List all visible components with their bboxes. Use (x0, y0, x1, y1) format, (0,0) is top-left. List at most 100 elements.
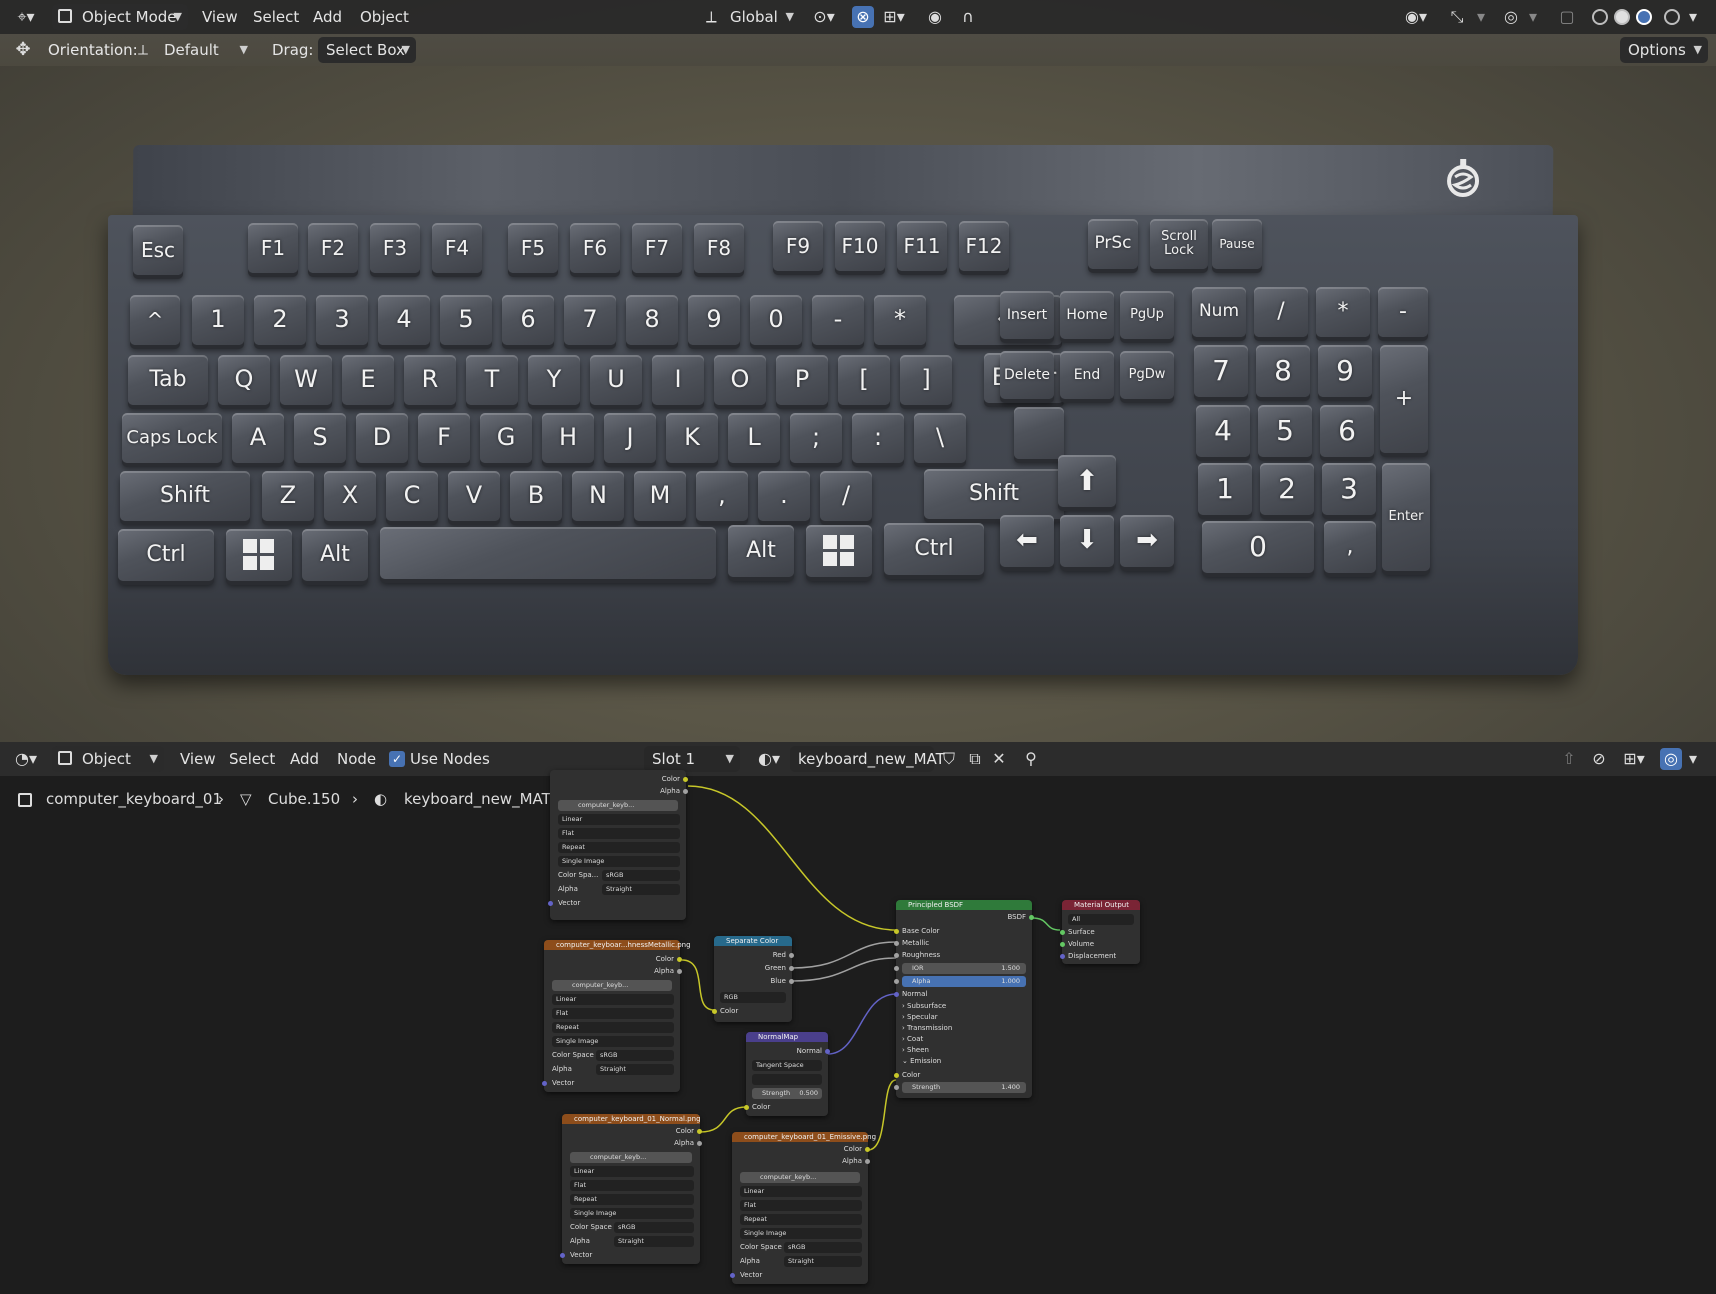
chevron-down-icon[interactable]: ▾ (1474, 6, 1488, 28)
interpolation-dropdown[interactable]: Linear (570, 1166, 694, 1177)
source-dropdown[interactable]: Single Image (552, 1036, 674, 1047)
visibility-icon[interactable]: ◉▾ (1398, 6, 1434, 28)
source-dropdown[interactable]: Single Image (570, 1208, 694, 1219)
emission-strength-field[interactable]: Strength 1.400 (902, 1082, 1026, 1093)
socket-emission-color[interactable] (894, 1073, 899, 1078)
socket-color-in[interactable] (744, 1105, 749, 1110)
overlays-icon[interactable]: ◎ (1500, 6, 1522, 28)
color-space-dropdown[interactable]: sRGB (602, 870, 680, 881)
extension-dropdown[interactable]: Repeat (740, 1214, 862, 1225)
extension-dropdown[interactable]: Repeat (552, 1022, 674, 1033)
separate-mode-dropdown[interactable]: RGB (720, 992, 786, 1003)
mode-dropdown[interactable]: Object Mode ▼ (52, 4, 188, 30)
socket-roughness[interactable] (894, 953, 899, 958)
menu-object[interactable]: Object (360, 4, 409, 30)
orientation-dropdown[interactable]: ⟂ Default ▼ (132, 37, 254, 63)
socket-alpha[interactable] (865, 1159, 870, 1164)
image-selector[interactable]: computer_keyb... (740, 1172, 860, 1183)
normal-map-node[interactable]: NormalMap Normal Tangent Space Strength … (744, 1032, 830, 1116)
color-space-dropdown[interactable]: sRGB (784, 1242, 862, 1253)
options-dropdown[interactable]: Options ▼ (1620, 37, 1708, 63)
source-dropdown[interactable]: Single Image (740, 1228, 862, 1239)
image-texture-node-emissive[interactable]: computer_keyboard_01_Emissive.png Color … (730, 1132, 876, 1284)
socket-vector[interactable] (560, 1253, 565, 1258)
menu-select[interactable]: Select (253, 4, 299, 30)
principled-bsdf-node[interactable]: Principled BSDF BSDF Base Color Metallic… (894, 900, 1034, 1098)
socket-alpha[interactable] (677, 969, 682, 974)
space-dropdown[interactable]: Tangent Space (752, 1060, 822, 1071)
socket-normal[interactable] (894, 992, 899, 997)
alpha-mode-dropdown[interactable]: Straight (602, 884, 680, 895)
pivot-point-icon[interactable]: ⊙▾ (808, 6, 840, 28)
socket-normal-out[interactable] (825, 1049, 830, 1054)
socket-color[interactable] (865, 1147, 870, 1152)
output-target-dropdown[interactable]: All (1068, 914, 1134, 925)
socket-color[interactable] (683, 777, 688, 782)
image-texture-node-normal[interactable]: computer_keyboard_01_Normal.png Color Al… (560, 1114, 702, 1264)
interpolation-dropdown[interactable]: Linear (740, 1186, 862, 1197)
ior-field[interactable]: IOR 1.500 (902, 963, 1026, 974)
panel-emission[interactable]: ⌄ Emission (902, 1056, 941, 1066)
alpha-mode-dropdown[interactable]: Straight (784, 1256, 862, 1267)
image-texture-node-basecolor[interactable]: Color Alpha computer_keyb... Linear Flat… (548, 770, 688, 920)
panel-coat[interactable]: › Coat (902, 1034, 923, 1044)
strength-field[interactable]: Strength 0.500 (752, 1088, 822, 1099)
falloff-icon[interactable]: ∩ (950, 6, 986, 28)
editor-type-icon[interactable]: ⌖▾ (8, 6, 44, 28)
wireframe-shading-icon[interactable] (1592, 9, 1608, 25)
panel-transmission[interactable]: › Transmission (902, 1023, 952, 1033)
gizmo-icon[interactable]: ⤡ (1446, 6, 1468, 28)
socket-ior[interactable] (894, 966, 899, 971)
socket-vector[interactable] (548, 901, 553, 906)
material-output-node[interactable]: Material Output All Surface Volume Displ… (1060, 900, 1140, 964)
socket-green[interactable] (789, 966, 794, 971)
image-selector[interactable]: computer_keyb... (552, 980, 672, 991)
socket-displacement[interactable] (1060, 954, 1065, 959)
socket-color[interactable] (677, 957, 682, 962)
projection-dropdown[interactable]: Flat (558, 828, 680, 839)
color-space-dropdown[interactable]: sRGB (614, 1222, 694, 1233)
xray-icon[interactable]: ▢ (1556, 6, 1578, 28)
panel-subsurface[interactable]: › Subsurface (902, 1001, 946, 1011)
socket-alpha[interactable] (683, 789, 688, 794)
interpolation-dropdown[interactable]: Linear (558, 814, 680, 825)
3d-viewport[interactable]: Esc F1 F2 F3 F4 F5 F6 F7 F8 F9 F10 F11 F… (0, 0, 1716, 742)
color-space-dropdown[interactable]: sRGB (596, 1050, 674, 1061)
rendered-shading-icon[interactable] (1664, 9, 1680, 25)
image-selector[interactable]: computer_keyb... (558, 800, 678, 811)
panel-sheen[interactable]: › Sheen (902, 1045, 929, 1055)
socket-base-color[interactable] (894, 929, 899, 934)
source-dropdown[interactable]: Single Image (558, 856, 680, 867)
menu-add[interactable]: Add (313, 4, 342, 30)
snap-target-icon[interactable]: ⊞▾ (876, 6, 912, 28)
alpha-mode-dropdown[interactable]: Straight (596, 1064, 674, 1075)
socket-volume[interactable] (1060, 942, 1065, 947)
projection-dropdown[interactable]: Flat (552, 1008, 674, 1019)
socket-alpha[interactable] (697, 1141, 702, 1146)
extension-dropdown[interactable]: Repeat (570, 1194, 694, 1205)
socket-emission-strength[interactable] (894, 1085, 899, 1090)
uv-map-field[interactable] (752, 1074, 822, 1085)
interpolation-dropdown[interactable]: Linear (552, 994, 674, 1005)
panel-specular[interactable]: › Specular (902, 1012, 938, 1022)
alpha-field[interactable]: Alpha 1.000 (902, 976, 1026, 987)
extension-dropdown[interactable]: Repeat (558, 842, 680, 853)
socket-color-in[interactable] (712, 1009, 717, 1014)
image-selector[interactable]: computer_keyb... (570, 1152, 692, 1163)
socket-surface[interactable] (1060, 930, 1065, 935)
move-tool-icon[interactable]: ✥ (12, 39, 34, 61)
snap-icon[interactable]: ⊗ (852, 6, 874, 28)
socket-vector[interactable] (542, 1081, 547, 1086)
menu-view[interactable]: View (202, 4, 238, 30)
alpha-mode-dropdown[interactable]: Straight (614, 1236, 694, 1247)
separate-color-node[interactable]: Separate Color Red Green Blue RGB Color (712, 936, 794, 1022)
socket-color[interactable] (697, 1129, 702, 1134)
socket-red[interactable] (789, 953, 794, 958)
socket-alpha[interactable] (894, 979, 899, 984)
socket-blue[interactable] (789, 979, 794, 984)
socket-metallic[interactable] (894, 941, 899, 946)
material-shading-icon[interactable] (1636, 9, 1652, 25)
keyboard-model[interactable]: Esc F1 F2 F3 F4 F5 F6 F7 F8 F9 F10 F11 F… (108, 145, 1578, 675)
image-texture-node-metallic[interactable]: computer_keyboar...hnessMetallic.png Col… (542, 940, 691, 1092)
shader-node-editor[interactable]: ◔▾ Object ▼ View Select Add Node ✓ Use N… (0, 742, 1716, 1294)
